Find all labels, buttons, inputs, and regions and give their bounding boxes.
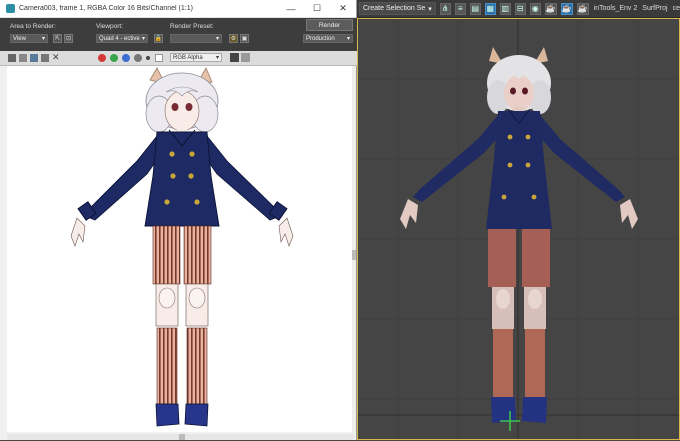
toolbar-item-intools[interactable]: inTools_Env 2 xyxy=(594,5,638,12)
scroll-thumb[interactable] xyxy=(179,434,185,440)
blue-channel-icon[interactable] xyxy=(122,54,130,62)
chevron-down-icon: ▾ xyxy=(215,36,219,42)
main-toolbar: Create Selection Se ▾ ⋔ ≡ ▤ ▦ ▥ ⊟ ◉ ☕ ☕ … xyxy=(357,0,680,18)
render-preset-dropdown[interactable]: ▾ xyxy=(170,34,222,43)
curve-editor-icon[interactable]: ▥ xyxy=(499,2,511,15)
edit-region-icon[interactable]: ⇱ xyxy=(53,34,62,43)
selection-set-dropdown[interactable]: Create Selection Se ▾ xyxy=(359,2,436,15)
title-bar: Camera003, frame 1, RGBA Color 16 Bits/C… xyxy=(0,0,356,18)
viewport-value: Quad 4 - ective xyxy=(99,35,140,42)
clear-icon[interactable]: ✕ xyxy=(52,52,60,62)
scroll-thumb[interactable] xyxy=(352,250,356,260)
render-production-icon[interactable]: ☕ xyxy=(576,2,589,15)
chevron-down-icon: ▾ xyxy=(141,36,145,42)
toggle-overlay-icon[interactable] xyxy=(241,53,250,62)
chevron-down-icon: ▾ xyxy=(346,36,350,42)
scene-explorer-icon[interactable]: ▦ xyxy=(484,2,496,15)
character-model[interactable] xyxy=(400,47,638,423)
channel-display-dropdown[interactable]: RGB Alpha ▾ xyxy=(170,53,222,62)
toolbar-item-surfproj[interactable]: SurfProj xyxy=(642,5,667,12)
viewport-dropdown[interactable]: Quad 4 - ective ▾ xyxy=(96,34,148,43)
window-title: Camera003, frame 1, RGBA Color 16 Bits/C… xyxy=(19,5,193,12)
render-button[interactable]: Render xyxy=(306,19,353,31)
red-channel-icon[interactable] xyxy=(98,54,106,62)
render-setup-icon[interactable]: ☕ xyxy=(544,2,557,15)
close-button[interactable]: ✕ xyxy=(330,3,356,14)
chevron-down-icon: ▾ xyxy=(215,55,219,61)
clone-window-icon[interactable] xyxy=(30,54,38,62)
area-to-render-dropdown[interactable]: View ▾ xyxy=(10,34,48,43)
copy-image-icon[interactable] xyxy=(19,54,27,62)
print-image-icon[interactable] xyxy=(41,54,49,62)
layer-icon[interactable]: ▤ xyxy=(469,2,481,15)
schematic-view-icon[interactable]: ⊟ xyxy=(514,2,526,15)
green-channel-icon[interactable] xyxy=(110,54,118,62)
mono-icon[interactable] xyxy=(146,56,150,60)
rendered-frame-window: Camera003, frame 1, RGBA Color 16 Bits/C… xyxy=(0,0,357,440)
toolbar-item-trailing[interactable]: ce xyxy=(673,5,680,12)
horizontal-scrollbar[interactable] xyxy=(7,434,354,440)
rendered-frame-window-icon[interactable]: ☕ xyxy=(560,2,573,15)
save-image-icon[interactable] xyxy=(8,54,16,62)
auto-region-icon[interactable]: ⊡ xyxy=(64,34,73,43)
chevron-down-icon: ▾ xyxy=(428,5,432,13)
rendered-character-image xyxy=(70,67,294,427)
alpha-channel-icon[interactable] xyxy=(134,54,142,62)
environment-icon[interactable]: ▣ xyxy=(240,34,249,43)
vertical-scrollbar[interactable] xyxy=(352,66,356,432)
production-dropdown[interactable]: Production ▾ xyxy=(303,34,353,43)
area-to-render-label: Area to Render: xyxy=(10,23,56,30)
selection-set-value: Create Selection Se xyxy=(363,5,426,12)
color-swatch[interactable] xyxy=(155,54,163,62)
channel-display-value: RGB Alpha xyxy=(173,54,203,61)
render-settings-bar: Area to Render: View ▾ ⇱ ⊡ Viewport: Quad… xyxy=(0,18,357,51)
chevron-down-icon: ▾ xyxy=(41,36,45,42)
area-to-render-value: View xyxy=(13,35,26,42)
lock-icon[interactable]: 🔒 xyxy=(154,34,163,43)
app-icon xyxy=(6,4,15,13)
material-editor-icon[interactable]: ◉ xyxy=(529,2,541,15)
toggle-ui-icon[interactable] xyxy=(230,53,239,62)
render-preset-label: Render Preset: xyxy=(170,23,214,30)
minimize-button[interactable]: — xyxy=(278,4,304,14)
align-icon[interactable]: ≡ xyxy=(454,2,466,15)
perspective-viewport[interactable] xyxy=(357,18,680,440)
mirror-icon[interactable]: ⋔ xyxy=(439,2,451,15)
production-value: Production xyxy=(306,35,335,42)
render-setup-icon[interactable]: ⚙ xyxy=(229,34,238,43)
channel-toolbar: ✕ RGB Alpha ▾ xyxy=(0,51,357,66)
maximize-button[interactable]: ☐ xyxy=(304,3,330,14)
viewport-grid xyxy=(358,19,679,439)
viewport-label: Viewport: xyxy=(96,23,123,30)
render-canvas xyxy=(7,66,354,432)
